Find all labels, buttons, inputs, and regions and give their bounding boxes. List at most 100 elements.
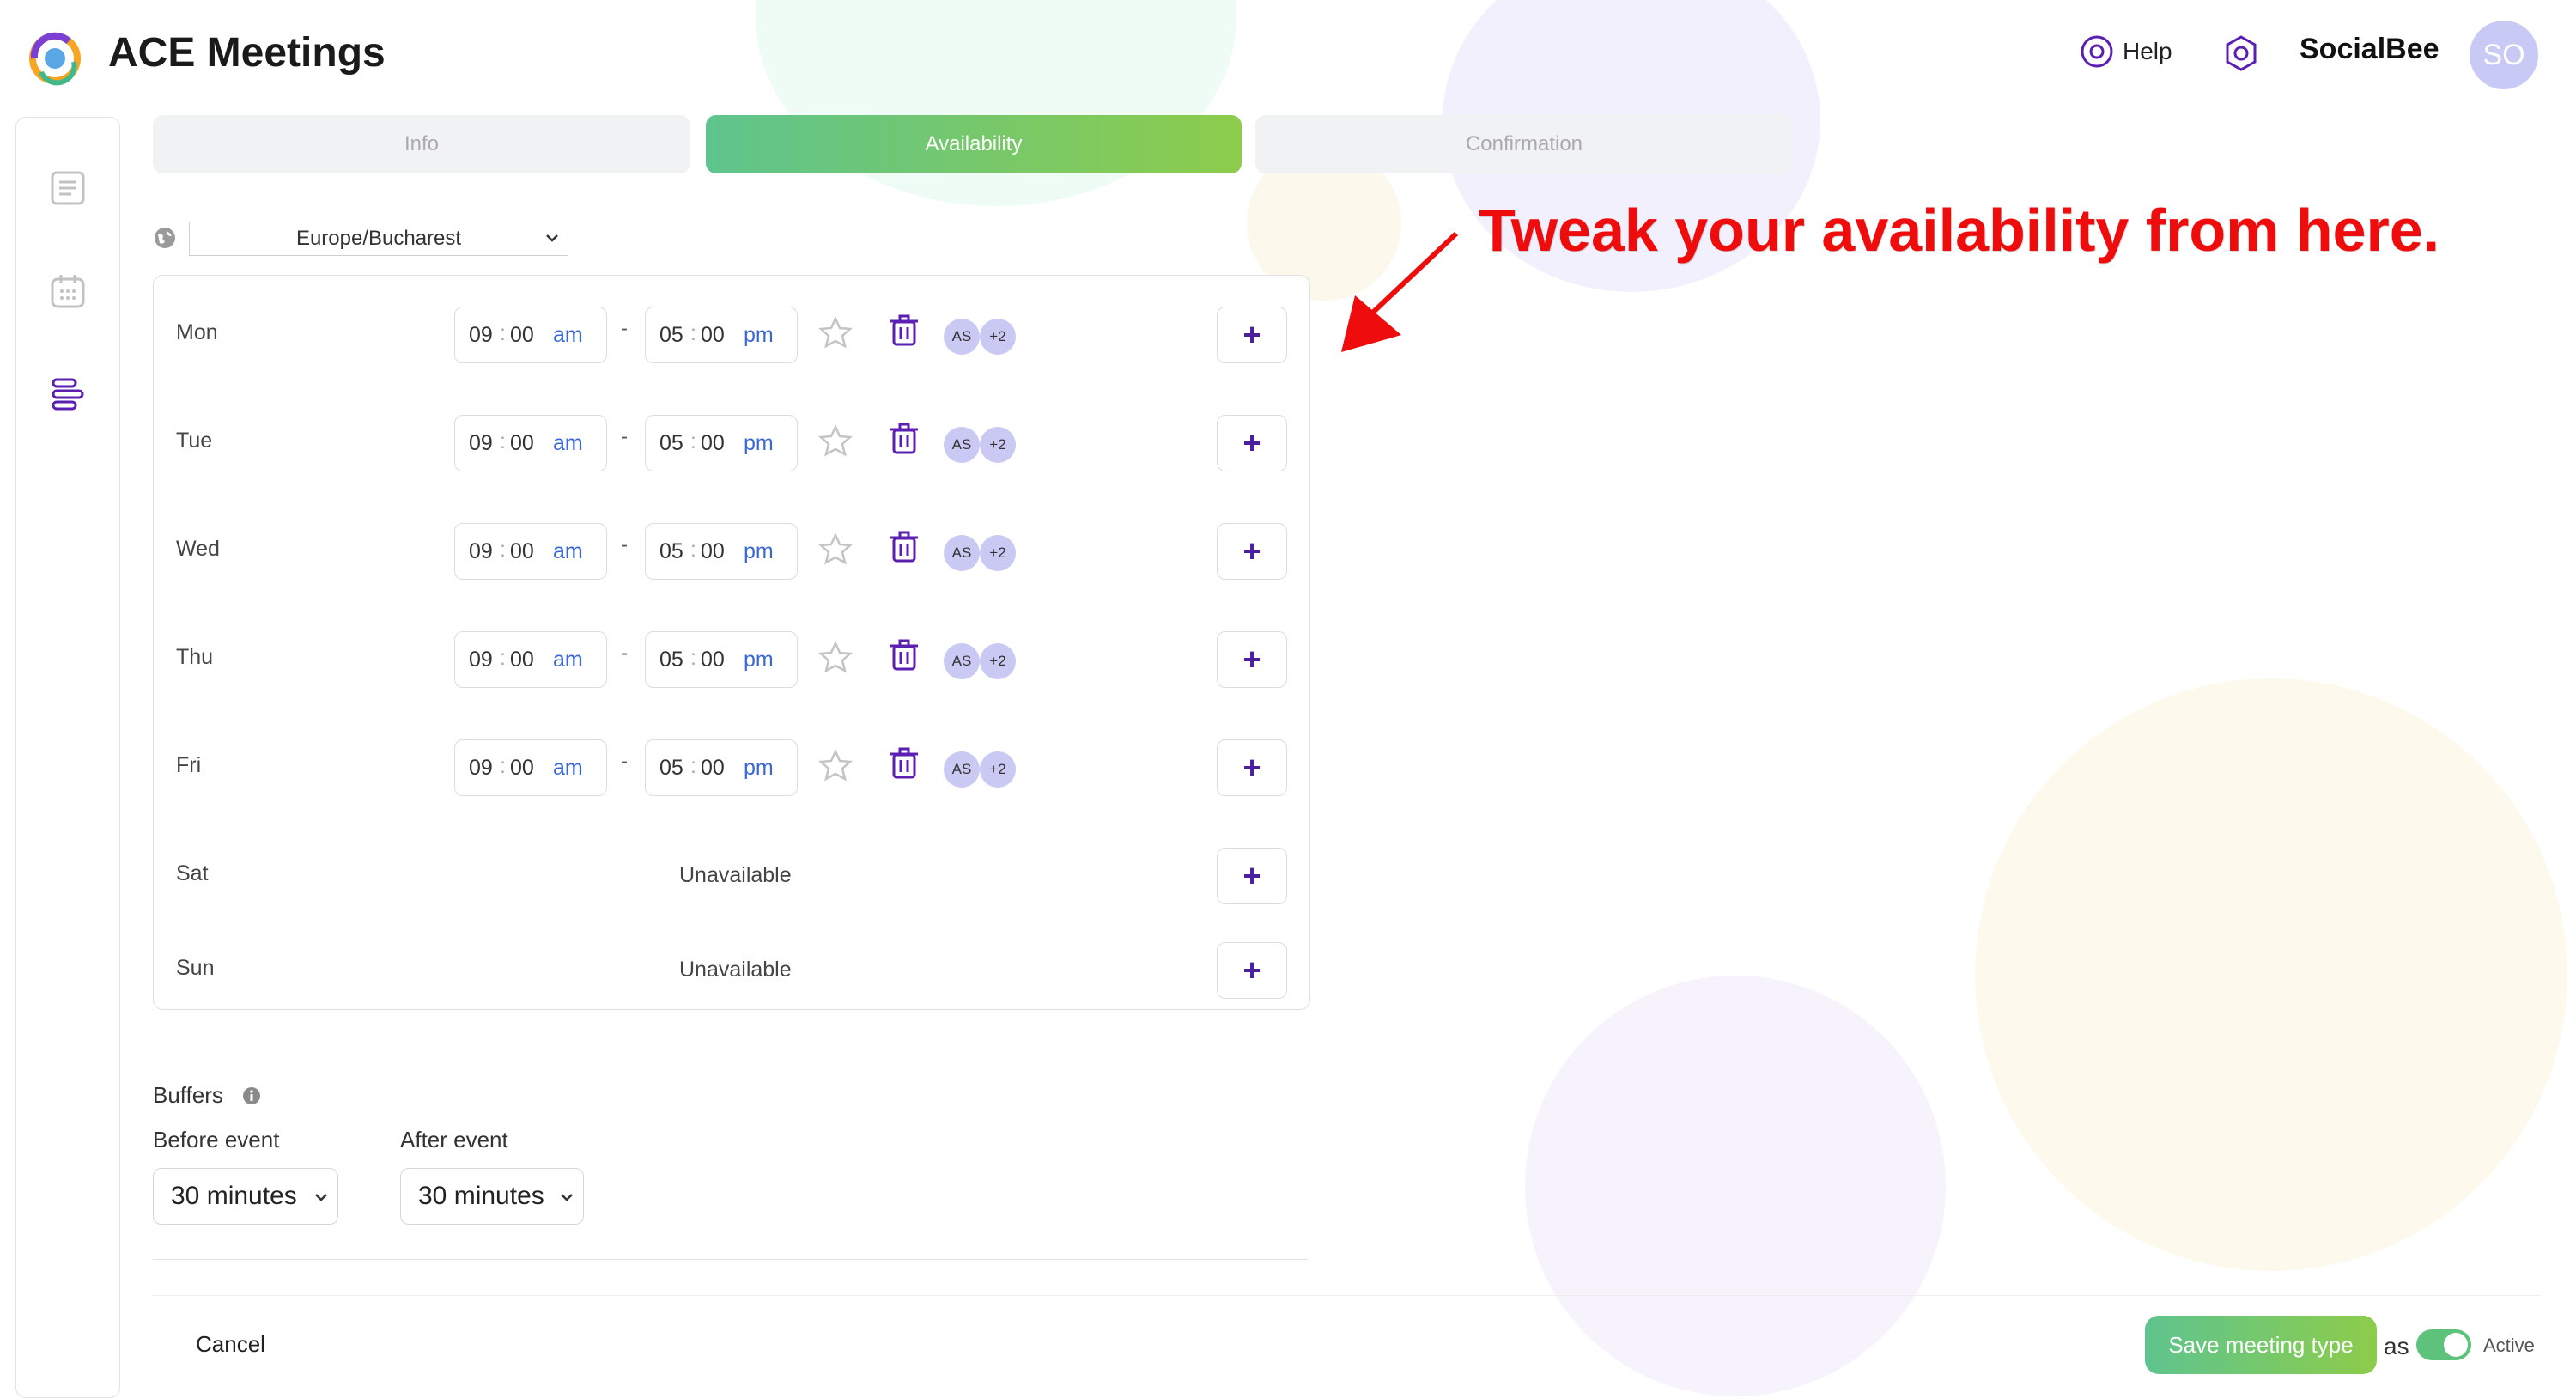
attendee-chip[interactable]: AS xyxy=(944,535,980,571)
day-label: Wed xyxy=(176,537,220,561)
tab-confirmation[interactable]: Confirmation xyxy=(1255,115,1793,173)
day-label: Thu xyxy=(176,645,214,669)
end-minute: 00 xyxy=(701,323,725,347)
star-icon[interactable] xyxy=(818,532,853,566)
start-ampm: am xyxy=(553,323,583,347)
trash-icon[interactable] xyxy=(889,313,920,348)
attendee-more-chip[interactable]: +2 xyxy=(980,535,1016,571)
attendee-chip[interactable]: AS xyxy=(944,751,980,788)
start-hour: 09 xyxy=(469,323,493,347)
cancel-button[interactable]: Cancel xyxy=(196,1331,265,1358)
attendee-more-chip[interactable]: +2 xyxy=(980,319,1016,355)
start-ampm: am xyxy=(553,539,583,563)
before-event-value: 30 minutes xyxy=(171,1182,297,1210)
range-dash: - xyxy=(621,642,628,665)
day-label: Sat xyxy=(176,861,209,885)
chevron-down-icon xyxy=(561,1194,573,1201)
day-row-sun: Sun Unavailable + xyxy=(154,934,1309,1002)
start-time-input[interactable]: 09:00 am xyxy=(454,739,607,796)
start-ampm: am xyxy=(553,648,583,672)
end-ampm: pm xyxy=(744,539,774,563)
start-time-input[interactable]: 09:00 am xyxy=(454,523,607,580)
unavailable-label: Unavailable xyxy=(679,863,792,887)
add-slot-button[interactable]: + xyxy=(1217,415,1287,471)
star-icon[interactable] xyxy=(818,315,853,350)
day-label: Tue xyxy=(176,429,213,453)
add-slot-button[interactable]: + xyxy=(1217,307,1287,363)
gear-icon[interactable] xyxy=(2222,34,2260,72)
unavailable-label: Unavailable xyxy=(679,958,792,982)
timezone-value: Europe/Bucharest xyxy=(295,227,462,250)
logo-icon xyxy=(26,29,84,88)
tab-info[interactable]: Info xyxy=(153,115,690,173)
end-ampm: pm xyxy=(744,756,774,780)
trash-icon[interactable] xyxy=(889,422,920,456)
end-ampm: pm xyxy=(744,431,774,455)
attendee-more-chip[interactable]: +2 xyxy=(980,427,1016,463)
end-hour: 05 xyxy=(659,648,683,672)
end-minute: 00 xyxy=(701,539,725,563)
day-row-tue: Tue 09:00 am - 05:00 pm AS +2 + xyxy=(154,406,1309,475)
day-row-fri: Fri 09:00 am - 05:00 pm AS +2 + xyxy=(154,731,1309,800)
start-time-input[interactable]: 09:00 am xyxy=(454,415,607,471)
add-slot-button[interactable]: + xyxy=(1217,739,1287,796)
day-label: Sun xyxy=(176,956,215,980)
chevron-down-icon xyxy=(315,1194,327,1201)
add-slot-button[interactable]: + xyxy=(1217,631,1287,688)
end-hour: 05 xyxy=(659,431,683,455)
range-dash: - xyxy=(621,533,628,557)
start-minute: 00 xyxy=(510,539,534,563)
range-dash: - xyxy=(621,317,628,340)
avatar[interactable]: SO xyxy=(2470,21,2538,89)
sidebar xyxy=(15,117,120,1398)
star-icon[interactable] xyxy=(818,423,853,458)
buffers-title: Buffers xyxy=(153,1082,223,1108)
start-time-input[interactable]: 09:00 am xyxy=(454,631,607,688)
end-time-input[interactable]: 05:00 pm xyxy=(645,307,798,363)
trash-icon[interactable] xyxy=(889,746,920,781)
range-dash: - xyxy=(621,750,628,773)
trash-icon[interactable] xyxy=(889,530,920,564)
add-slot-button[interactable]: + xyxy=(1217,848,1287,904)
star-icon[interactable] xyxy=(818,748,853,782)
attendee-chip[interactable]: AS xyxy=(944,319,980,355)
star-icon[interactable] xyxy=(818,640,853,674)
add-slot-button[interactable]: + xyxy=(1217,942,1287,999)
end-time-input[interactable]: 05:00 pm xyxy=(645,523,798,580)
end-ampm: pm xyxy=(744,323,774,347)
buffers-heading: Buffers xyxy=(153,1082,261,1109)
list-icon[interactable] xyxy=(49,169,87,207)
info-icon[interactable] xyxy=(242,1086,261,1105)
attendee-more-chip[interactable]: +2 xyxy=(980,643,1016,679)
globe-icon xyxy=(155,228,175,248)
attendee-chip[interactable]: AS xyxy=(944,643,980,679)
help-button[interactable]: Help xyxy=(2080,34,2172,69)
tab-availability[interactable]: Availability xyxy=(706,115,1242,173)
start-hour: 09 xyxy=(469,431,493,455)
end-time-input[interactable]: 05:00 pm xyxy=(645,631,798,688)
before-event-select[interactable]: 30 minutes xyxy=(153,1168,338,1225)
add-slot-button[interactable]: + xyxy=(1217,523,1287,580)
trash-icon[interactable] xyxy=(889,638,920,672)
start-hour: 09 xyxy=(469,539,493,563)
end-time-input[interactable]: 05:00 pm xyxy=(645,415,798,471)
after-event-select[interactable]: 30 minutes xyxy=(400,1168,584,1225)
annotation-callout: Tweak your availability from here. xyxy=(1479,197,2440,264)
end-time-input[interactable]: 05:00 pm xyxy=(645,739,798,796)
toggle-knob xyxy=(2444,1333,2468,1357)
end-minute: 00 xyxy=(701,648,725,672)
attendee-chip[interactable]: AS xyxy=(944,427,980,463)
after-event-label: After event xyxy=(400,1127,508,1153)
save-meeting-type-button[interactable]: Save meeting type xyxy=(2145,1316,2377,1374)
availability-icon[interactable] xyxy=(49,375,87,413)
schedule-card: Mon 09:00 am - 05:00 pm AS +2 + Tue 09:00 a… xyxy=(153,275,1310,1010)
app-title: ACE Meetings xyxy=(108,30,386,76)
attendee-more-chip[interactable]: +2 xyxy=(980,751,1016,788)
day-label: Fri xyxy=(176,753,202,777)
active-toggle[interactable] xyxy=(2416,1329,2471,1360)
calendar-icon[interactable] xyxy=(49,272,87,310)
chevron-down-icon xyxy=(546,234,558,242)
start-time-input[interactable]: 09:00 am xyxy=(454,307,607,363)
start-ampm: am xyxy=(553,756,583,780)
timezone-select[interactable]: Europe/Bucharest xyxy=(189,222,568,256)
